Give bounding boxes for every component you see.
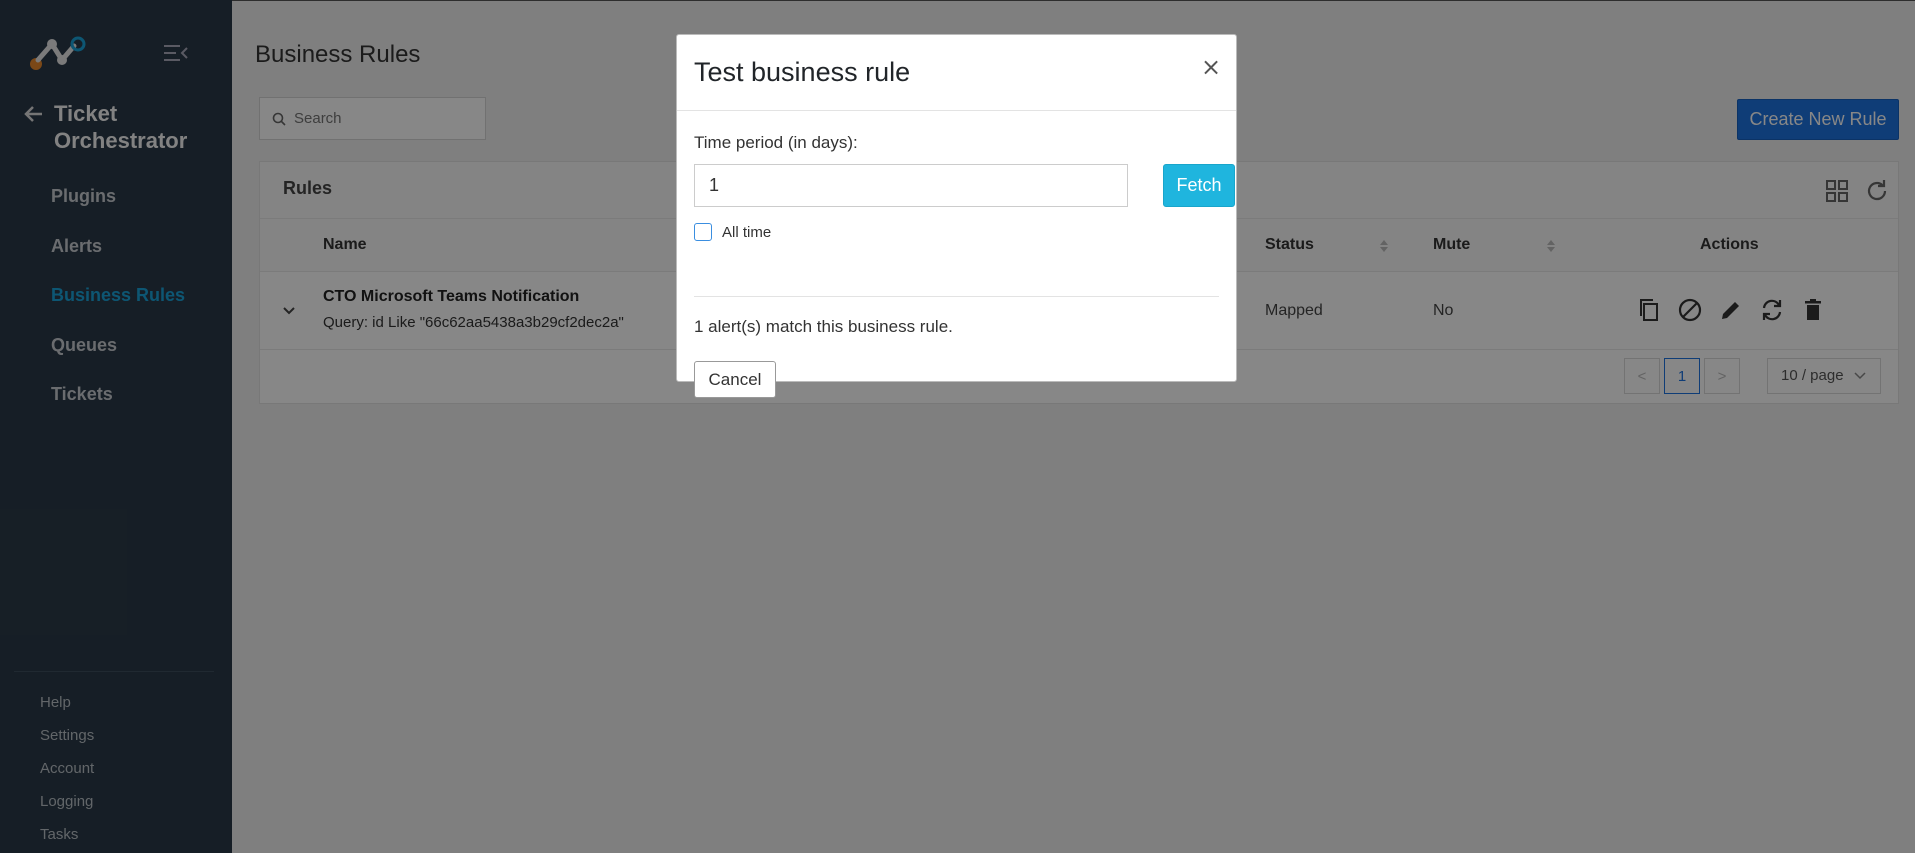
all-time-option[interactable]: All time [694,223,771,241]
modal-body: Time period (in days): Fetch All time 1 … [694,133,1235,398]
all-time-label: All time [722,223,772,241]
modal-title: Test business rule [694,57,911,87]
test-business-rule-modal: Test business rule × Time period (in day… [676,34,1237,398]
match-result-text: 1 alert(s) match this business rule. [694,317,953,336]
close-icon[interactable]: × [1201,53,1221,81]
modal-divider [694,296,1219,297]
time-period-input[interactable] [694,164,1128,207]
all-time-checkbox[interactable] [694,223,712,241]
fetch-button[interactable]: Fetch [1163,164,1235,207]
modal-header: Test business rule × [677,35,1236,111]
cancel-button[interactable]: Cancel [694,361,776,398]
time-period-label: Time period (in days): [694,133,858,152]
